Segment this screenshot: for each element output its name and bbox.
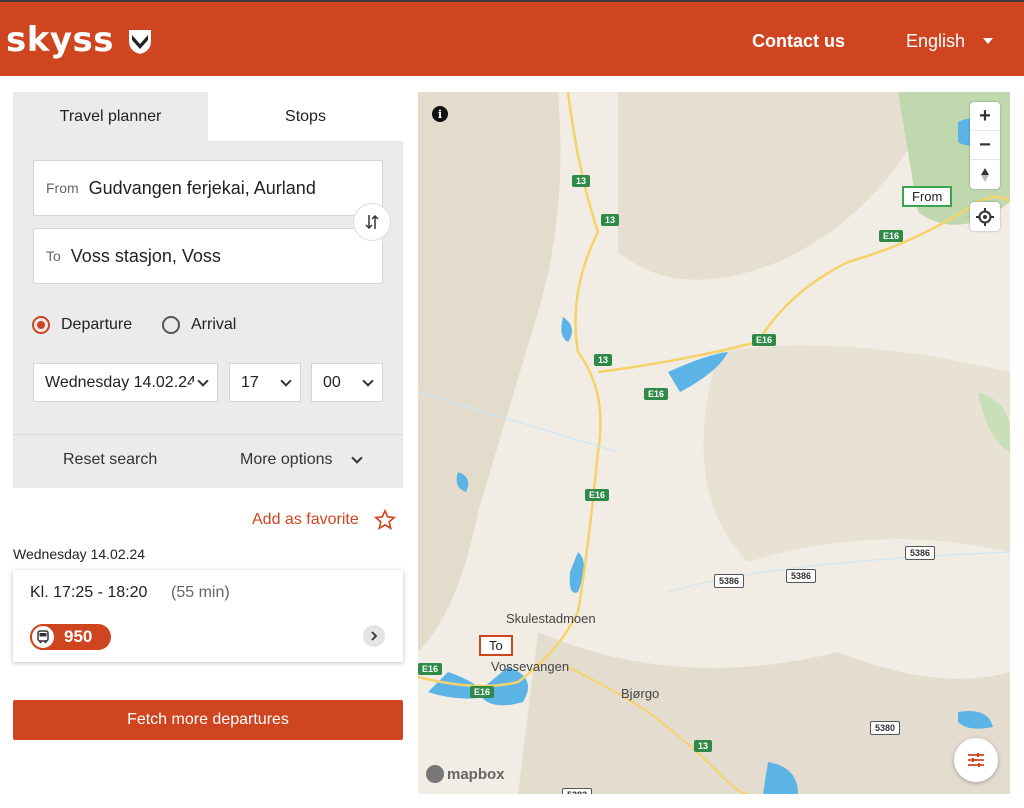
chevron-down-icon[interactable]: [983, 38, 993, 44]
place-label: Bjørgo: [621, 686, 660, 701]
tab-stops[interactable]: Stops: [208, 92, 403, 141]
locate-control: [970, 202, 1000, 231]
more-options-button[interactable]: More options: [240, 451, 333, 469]
chevron-down-icon: [362, 375, 374, 387]
mapbox-text: mapbox: [447, 765, 505, 783]
road-label: E16: [585, 489, 610, 501]
chevron-down-icon: [280, 375, 292, 387]
road-label: 13: [694, 740, 713, 752]
travel-planner-panel: Travel planner Stops From Gudvangen ferj…: [13, 92, 403, 488]
road-label: 5386: [786, 569, 817, 583]
from-value: Gudvangen ferjekai, Aurland: [88, 177, 316, 198]
minute-select[interactable]: 00: [311, 363, 383, 402]
road-label: 5386: [714, 574, 745, 588]
departure-label: Departure: [61, 316, 133, 333]
hour-select[interactable]: 17: [229, 363, 301, 402]
zoom-in-button[interactable]: +: [970, 102, 1000, 131]
compass-icon: [981, 167, 989, 182]
date-select[interactable]: Wednesday 14.02.24: [33, 363, 218, 402]
road-label: 5386: [905, 546, 936, 560]
minute-select-value: 00: [323, 373, 341, 391]
chevron-down-icon: [197, 375, 209, 387]
top-bar: skyss Contact us English: [0, 0, 1024, 76]
hour-select-value: 17: [241, 373, 259, 391]
route-badge: 950: [30, 624, 111, 650]
road-label: E16: [470, 686, 495, 698]
from-marker[interactable]: From: [902, 186, 953, 207]
fetch-more-button[interactable]: Fetch more departures: [13, 700, 403, 740]
date-select-value: Wednesday 14.02.24: [45, 373, 196, 391]
mapbox-logo-icon: [426, 765, 444, 783]
trip-duration: (55 min): [171, 584, 230, 601]
to-field[interactable]: To Voss stasjon, Voss: [33, 228, 383, 284]
zoom-controls: + −: [970, 102, 1000, 189]
road-label: 5380: [870, 721, 901, 735]
to-label: To: [46, 248, 61, 264]
road-label: 5383: [562, 788, 593, 794]
road-label: E16: [879, 230, 904, 242]
from-field[interactable]: From Gudvangen ferjekai, Aurland: [33, 160, 383, 216]
departure-option[interactable]: Departure: [32, 316, 132, 334]
swap-icon: [365, 214, 379, 230]
shield-logo-icon: [129, 30, 151, 54]
zoom-out-button[interactable]: −: [970, 131, 1000, 160]
language-selector[interactable]: English: [906, 31, 965, 52]
compass-button[interactable]: [970, 160, 1000, 189]
mapbox-attribution[interactable]: mapbox: [426, 765, 505, 783]
trip-time: Kl. 17:25 - 18:20: [30, 584, 148, 601]
road-label: E16: [752, 334, 777, 346]
to-value: Voss stasjon, Voss: [70, 245, 221, 266]
place-label: Vossevangen: [491, 659, 570, 674]
chevron-right-icon[interactable]: [363, 625, 385, 647]
tab-travel-planner[interactable]: Travel planner: [13, 92, 208, 141]
from-label: From: [46, 180, 79, 196]
departure-radio[interactable]: [32, 316, 50, 334]
road-label: E16: [644, 388, 669, 400]
results-date-heading: Wednesday 14.02.24: [13, 546, 146, 562]
road-label: 13: [572, 175, 591, 187]
place-label: Skulestadmoen: [506, 611, 596, 626]
swap-locations-button[interactable]: [353, 203, 391, 241]
map-filter-button[interactable]: [954, 738, 998, 782]
locate-button[interactable]: [970, 202, 1000, 231]
crosshair-icon: [976, 207, 994, 226]
bus-icon: [30, 624, 56, 650]
arrival-option[interactable]: Arrival: [162, 316, 236, 334]
panel-divider: [13, 434, 403, 435]
reset-search-button[interactable]: Reset search: [63, 451, 157, 469]
road-label: E16: [418, 663, 443, 675]
route-number: 950: [64, 627, 93, 646]
chevron-down-icon[interactable]: [351, 452, 363, 464]
add-favorite-link[interactable]: Add as favorite: [252, 511, 359, 529]
contact-us-link[interactable]: Contact us: [752, 31, 845, 52]
arrival-radio[interactable]: [162, 316, 180, 334]
map-info-icon[interactable]: i: [432, 106, 448, 122]
star-icon[interactable]: [374, 509, 396, 531]
road-label: 13: [601, 214, 620, 226]
road-label: 13: [594, 354, 613, 366]
sliders-icon: [968, 753, 984, 767]
arrival-label: Arrival: [191, 316, 237, 333]
skyss-logo[interactable]: skyss: [6, 20, 114, 60]
trip-card[interactable]: Kl. 17:25 - 18:20 (55 min) 950: [13, 570, 403, 662]
to-marker[interactable]: To: [479, 635, 513, 656]
map-view[interactable]: i + − From To Skulestadmoen Vossevangen …: [418, 92, 1010, 794]
